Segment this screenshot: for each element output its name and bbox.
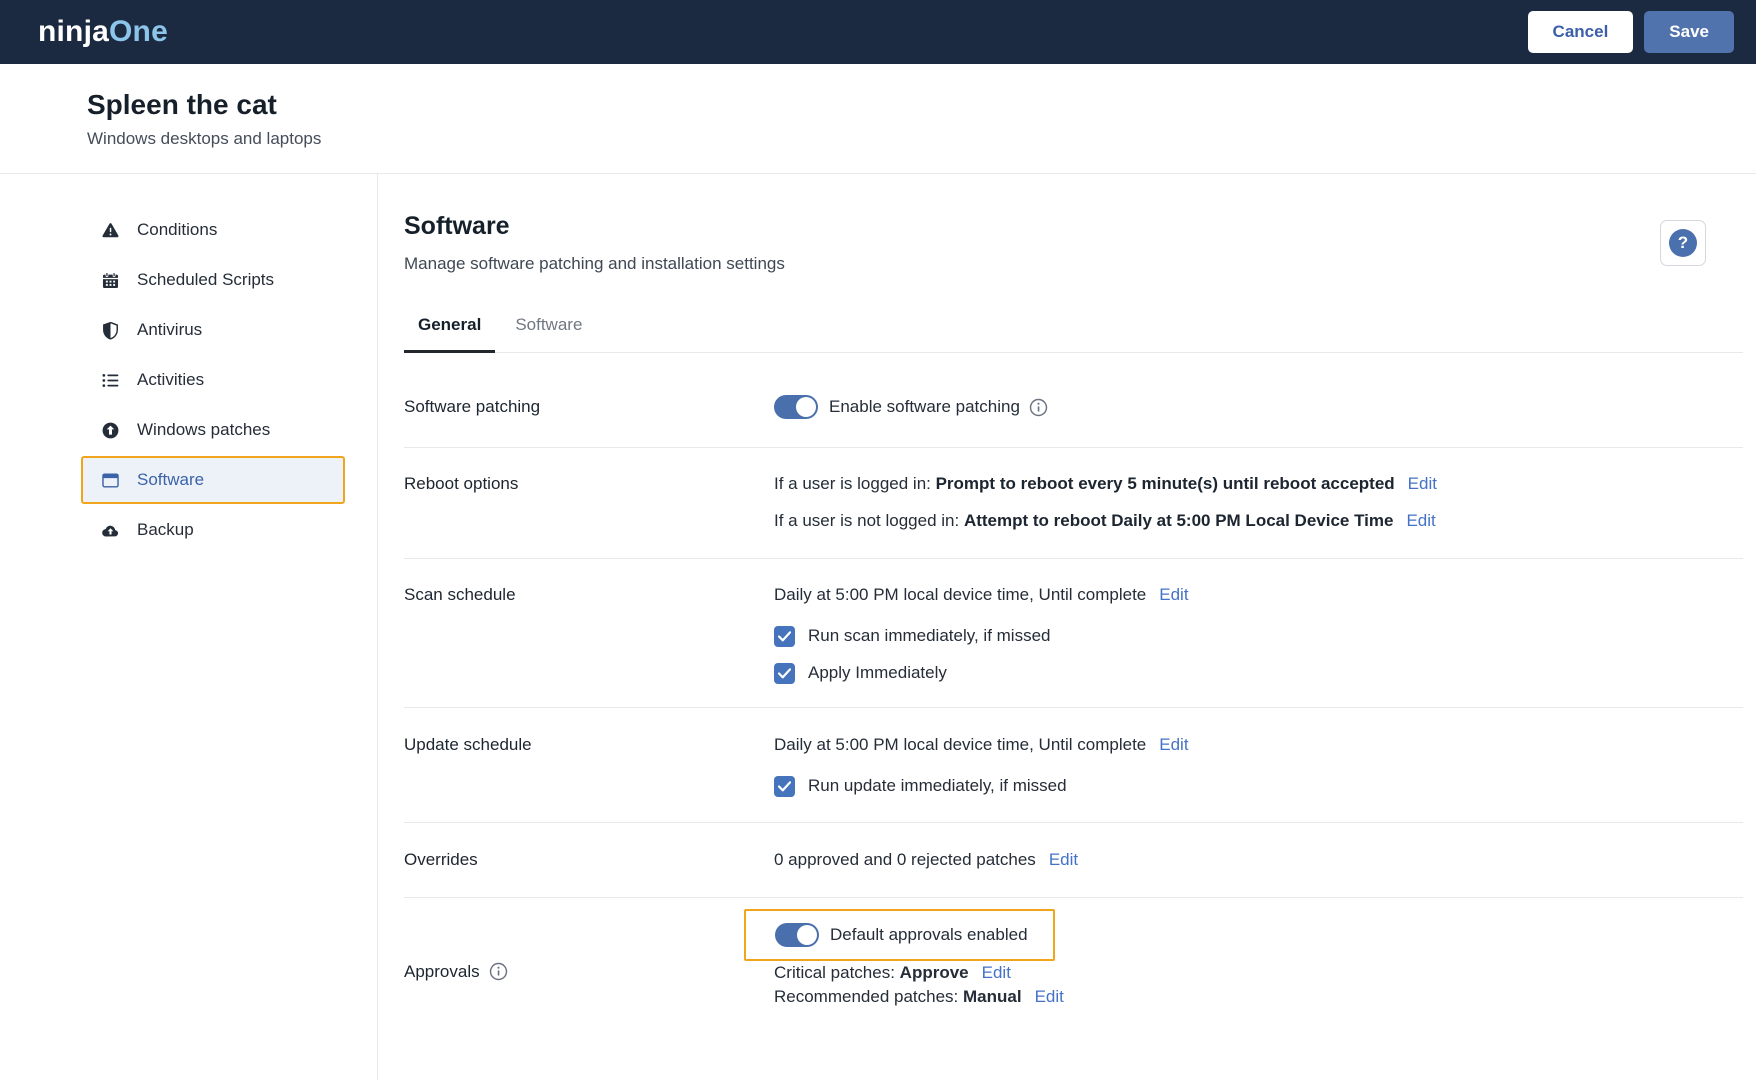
overrides-edit-link[interactable]: Edit: [1049, 848, 1078, 872]
shield-icon: [101, 321, 120, 340]
window-icon: [101, 471, 120, 490]
scan-schedule-edit-link[interactable]: Edit: [1159, 583, 1188, 607]
software-patching-toggle[interactable]: [774, 395, 818, 419]
info-icon[interactable]: [1029, 398, 1048, 417]
reboot-not-logged-in-line: If a user is not logged in: Attempt to r…: [774, 509, 1743, 533]
run-scan-missed-option: Run scan immediately, if missed: [774, 624, 1743, 648]
sidebar-item-software[interactable]: Software: [81, 456, 345, 504]
overrides-row: Overrides 0 approved and 0 rejected patc…: [404, 823, 1743, 898]
top-bar: ninjaOne Cancel Save: [0, 0, 1756, 64]
page-header: Spleen the cat Windows desktops and lapt…: [0, 64, 1756, 174]
sidebar-item-label: Scheduled Scripts: [137, 270, 274, 290]
sidebar-item-label: Activities: [137, 370, 204, 390]
sidebar-item-backup[interactable]: Backup: [81, 506, 345, 554]
row-label: Scan schedule: [404, 583, 774, 685]
sidebar-item-antivirus[interactable]: Antivirus: [81, 306, 345, 354]
update-schedule-row: Update schedule Daily at 5:00 PM local d…: [404, 708, 1743, 823]
section-title: Software: [404, 212, 1756, 241]
reboot-options-row: Reboot options If a user is logged in: P…: [404, 448, 1743, 559]
sidebar-item-label: Backup: [137, 520, 194, 540]
recommended-patches-edit-link[interactable]: Edit: [1035, 985, 1064, 1009]
sidebar-item-label: Windows patches: [137, 420, 270, 440]
approvals-row: Approvals Default approvals enabled Crit…: [404, 898, 1743, 1049]
warning-triangle-icon: [101, 221, 120, 240]
section-subtitle: Manage software patching and installatio…: [404, 254, 1756, 274]
apply-immediately-checkbox[interactable]: [774, 663, 795, 684]
topbar-actions: Cancel Save: [1528, 11, 1734, 53]
save-button[interactable]: Save: [1644, 11, 1734, 53]
logo-text-one: One: [109, 15, 168, 48]
software-settings-panel: ? Software Manage software patching and …: [378, 174, 1756, 1080]
reboot-logged-in-line: If a user is logged in: Prompt to reboot…: [774, 472, 1743, 496]
row-label: Update schedule: [404, 733, 774, 798]
tab-software[interactable]: Software: [501, 315, 596, 352]
tab-general[interactable]: General: [404, 315, 495, 352]
logo-text-ninja: ninja: [38, 15, 109, 48]
list-icon: [101, 371, 120, 390]
toggle-label: Default approvals enabled: [830, 925, 1028, 945]
cloud-upload-icon: [101, 521, 120, 540]
row-label: Software patching: [404, 395, 774, 419]
question-mark-icon: ?: [1669, 229, 1697, 257]
reboot-logged-in-edit-link[interactable]: Edit: [1408, 472, 1437, 496]
page-subtitle: Windows desktops and laptops: [87, 129, 1756, 149]
default-approvals-highlight-box: Default approvals enabled: [744, 909, 1055, 961]
sidebar-item-label: Conditions: [137, 220, 217, 240]
run-update-missed-checkbox[interactable]: [774, 776, 795, 797]
settings-sidebar: Conditions Scheduled Scripts Antivirus A…: [0, 174, 378, 1080]
ninjaone-logo: ninjaOne: [38, 15, 168, 49]
row-label: Approvals: [404, 909, 774, 1009]
sidebar-item-scheduled-scripts[interactable]: Scheduled Scripts: [81, 256, 345, 304]
default-approvals-toggle[interactable]: [775, 923, 819, 947]
scan-schedule-row: Scan schedule Daily at 5:00 PM local dev…: [404, 559, 1743, 708]
info-icon[interactable]: [489, 962, 508, 981]
apply-immediately-option: Apply Immediately: [774, 661, 1743, 685]
calendar-icon: [101, 271, 120, 290]
update-schedule-edit-link[interactable]: Edit: [1159, 733, 1188, 757]
page-title: Spleen the cat: [87, 89, 1756, 121]
run-scan-missed-checkbox[interactable]: [774, 626, 795, 647]
toggle-knob: [797, 925, 817, 945]
critical-patches-edit-link[interactable]: Edit: [982, 961, 1011, 985]
cancel-button[interactable]: Cancel: [1528, 11, 1634, 53]
software-patching-row: Software patching Enable software patchi…: [404, 353, 1743, 448]
sidebar-item-windows-patches[interactable]: Windows patches: [81, 406, 345, 454]
toggle-label: Enable software patching: [829, 395, 1020, 419]
run-update-missed-option: Run update immediately, if missed: [774, 774, 1743, 798]
tab-bar: General Software: [404, 315, 1743, 353]
sidebar-item-conditions[interactable]: Conditions: [81, 206, 345, 254]
row-label: Overrides: [404, 848, 774, 872]
recommended-patches-line: Recommended patches: Manual Edit: [774, 985, 1743, 1009]
row-label: Reboot options: [404, 472, 774, 533]
sidebar-item-label: Software: [137, 470, 204, 490]
critical-patches-line: Critical patches: Approve Edit: [774, 961, 1743, 985]
sidebar-item-activities[interactable]: Activities: [81, 356, 345, 404]
toggle-knob: [796, 397, 816, 417]
reboot-not-logged-in-edit-link[interactable]: Edit: [1406, 509, 1435, 533]
help-button[interactable]: ?: [1660, 220, 1706, 266]
sidebar-item-label: Antivirus: [137, 320, 202, 340]
settings-rows: Software patching Enable software patchi…: [404, 353, 1743, 1049]
content-layout: Conditions Scheduled Scripts Antivirus A…: [0, 174, 1756, 1080]
circle-arrow-up-icon: [101, 421, 120, 440]
